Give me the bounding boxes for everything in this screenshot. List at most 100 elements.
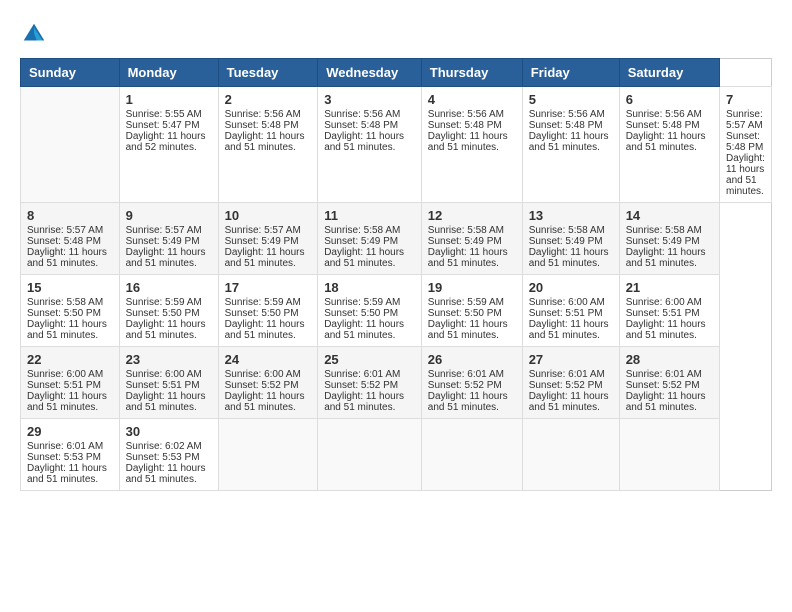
calendar-cell: 23 Sunrise: 6:00 AMSunset: 5:51 PMDayligh… (119, 347, 218, 419)
week-row-3: 15Sunrise: 5:58 AMSunset: 5:50 PMDayligh… (21, 275, 772, 347)
cell-info: Sunrise: 6:00 AMSunset: 5:52 PMDaylight:… (225, 369, 305, 413)
cell-info: Sunrise: 5:56 AMSunset: 5:48 PMDaylight:… (626, 109, 706, 153)
cell-info: Sunrise: 5:56 AMSunset: 5:48 PMDaylight:… (225, 109, 305, 153)
calendar-cell: 16Sunrise: 5:59 AMSunset: 5:50 PMDayligh… (119, 275, 218, 347)
calendar-cell: 2Sunrise: 5:56 AMSunset: 5:48 PMDaylight… (218, 87, 318, 203)
day-number: 10 (225, 208, 312, 223)
calendar-cell: 10 Sunrise: 5:57 AMSunset: 5:49 PMDayligh… (218, 203, 318, 275)
calendar-cell (522, 419, 619, 491)
day-number: 4 (428, 92, 516, 107)
day-number: 1 (126, 92, 212, 107)
calendar-cell (21, 87, 120, 203)
header-day-friday: Friday (522, 59, 619, 87)
calendar-cell (421, 419, 522, 491)
cell-info: Sunrise: 5:58 AMSunset: 5:49 PMDaylight:… (324, 225, 404, 269)
calendar-cell: 17Sunrise: 5:59 AMSunset: 5:50 PMDayligh… (218, 275, 318, 347)
cell-info: Sunrise: 5:56 AMSunset: 5:48 PMDaylight:… (428, 109, 508, 153)
cell-info: Sunrise: 6:00 AMSunset: 5:51 PMDaylight:… (126, 369, 206, 413)
day-number: 26 (428, 352, 516, 367)
day-number: 14 (626, 208, 713, 223)
day-number: 19 (428, 280, 516, 295)
day-number: 21 (626, 280, 713, 295)
cell-info: Sunrise: 5:58 AMSunset: 5:49 PMDaylight:… (529, 225, 609, 269)
calendar-cell: 14 Sunrise: 5:58 AMSunset: 5:49 PMDayligh… (619, 203, 719, 275)
cell-info: Sunrise: 6:01 AMSunset: 5:52 PMDaylight:… (428, 369, 508, 413)
logo (20, 20, 52, 48)
calendar-cell: 18 Sunrise: 5:59 AMSunset: 5:50 PMDayligh… (318, 275, 422, 347)
calendar-cell: 3 Sunrise: 5:56 AMSunset: 5:48 PMDaylight… (318, 87, 422, 203)
day-number: 28 (626, 352, 713, 367)
cell-info: Sunrise: 5:59 AMSunset: 5:50 PMDaylight:… (324, 297, 404, 341)
header-day-wednesday: Wednesday (318, 59, 422, 87)
cell-info: Sunrise: 6:00 AMSunset: 5:51 PMDaylight:… (27, 369, 107, 413)
cell-info: Sunrise: 5:59 AMSunset: 5:50 PMDaylight:… (428, 297, 508, 341)
calendar-cell: 7 Sunrise: 5:57 AMSunset: 5:48 PMDaylight… (720, 87, 772, 203)
calendar-cell: 30 Sunrise: 6:02 AMSunset: 5:53 PMDayligh… (119, 419, 218, 491)
day-number: 15 (27, 280, 113, 295)
calendar-cell: 22 Sunrise: 6:00 AMSunset: 5:51 PMDayligh… (21, 347, 120, 419)
cell-info: Sunrise: 5:57 AMSunset: 5:48 PMDaylight:… (27, 225, 107, 269)
calendar-cell: 9Sunrise: 5:57 AMSunset: 5:49 PMDaylight… (119, 203, 218, 275)
calendar-cell: 19 Sunrise: 5:59 AMSunset: 5:50 PMDayligh… (421, 275, 522, 347)
day-number: 3 (324, 92, 415, 107)
cell-info: Sunrise: 5:57 AMSunset: 5:49 PMDaylight:… (225, 225, 305, 269)
week-row-2: 8 Sunrise: 5:57 AMSunset: 5:48 PMDaylight… (21, 203, 772, 275)
logo-icon (20, 20, 48, 48)
cell-info: Sunrise: 6:02 AMSunset: 5:53 PMDaylight:… (126, 441, 206, 485)
header-day-saturday: Saturday (619, 59, 719, 87)
calendar-cell: 13 Sunrise: 5:58 AMSunset: 5:49 PMDayligh… (522, 203, 619, 275)
cell-info: Sunrise: 5:57 AMSunset: 5:48 PMDaylight:… (726, 109, 765, 197)
page-header (20, 20, 772, 48)
day-number: 22 (27, 352, 113, 367)
day-number: 29 (27, 424, 113, 439)
cell-info: Sunrise: 6:01 AMSunset: 5:52 PMDaylight:… (626, 369, 706, 413)
day-number: 27 (529, 352, 613, 367)
calendar-cell: 20 Sunrise: 6:00 AMSunset: 5:51 PMDayligh… (522, 275, 619, 347)
calendar-table: SundayMondayTuesdayWednesdayThursdayFrid… (20, 58, 772, 491)
cell-info: Sunrise: 6:00 AMSunset: 5:51 PMDaylight:… (529, 297, 609, 341)
calendar-cell: 25Sunrise: 6:01 AMSunset: 5:52 PMDayligh… (318, 347, 422, 419)
header-day-tuesday: Tuesday (218, 59, 318, 87)
day-number: 23 (126, 352, 212, 367)
calendar-cell: 6 Sunrise: 5:56 AMSunset: 5:48 PMDaylight… (619, 87, 719, 203)
cell-info: Sunrise: 5:55 AMSunset: 5:47 PMDaylight:… (126, 109, 206, 153)
day-number: 24 (225, 352, 312, 367)
day-number: 12 (428, 208, 516, 223)
calendar-body: 1 Sunrise: 5:55 AMSunset: 5:47 PMDaylight… (21, 87, 772, 491)
week-row-5: 29Sunrise: 6:01 AMSunset: 5:53 PMDayligh… (21, 419, 772, 491)
day-number: 6 (626, 92, 713, 107)
cell-info: Sunrise: 6:01 AMSunset: 5:52 PMDaylight:… (324, 369, 404, 413)
calendar-cell: 5 Sunrise: 5:56 AMSunset: 5:48 PMDaylight… (522, 87, 619, 203)
cell-info: Sunrise: 5:59 AMSunset: 5:50 PMDaylight:… (126, 297, 206, 341)
cell-info: Sunrise: 6:01 AMSunset: 5:52 PMDaylight:… (529, 369, 609, 413)
calendar-cell: 28 Sunrise: 6:01 AMSunset: 5:52 PMDayligh… (619, 347, 719, 419)
day-number: 11 (324, 208, 415, 223)
day-number: 20 (529, 280, 613, 295)
calendar-cell: 26 Sunrise: 6:01 AMSunset: 5:52 PMDayligh… (421, 347, 522, 419)
calendar-cell (318, 419, 422, 491)
calendar-cell: 15Sunrise: 5:58 AMSunset: 5:50 PMDayligh… (21, 275, 120, 347)
header-day-thursday: Thursday (421, 59, 522, 87)
day-number: 13 (529, 208, 613, 223)
calendar-cell (619, 419, 719, 491)
day-number: 7 (726, 92, 765, 107)
calendar-cell: 29Sunrise: 6:01 AMSunset: 5:53 PMDayligh… (21, 419, 120, 491)
header-day-sunday: Sunday (21, 59, 120, 87)
header-day-monday: Monday (119, 59, 218, 87)
cell-info: Sunrise: 5:56 AMSunset: 5:48 PMDaylight:… (529, 109, 609, 153)
day-number: 30 (126, 424, 212, 439)
calendar-cell: 12Sunrise: 5:58 AMSunset: 5:49 PMDayligh… (421, 203, 522, 275)
cell-info: Sunrise: 5:56 AMSunset: 5:48 PMDaylight:… (324, 109, 404, 153)
week-row-1: 1 Sunrise: 5:55 AMSunset: 5:47 PMDaylight… (21, 87, 772, 203)
calendar-cell: 8 Sunrise: 5:57 AMSunset: 5:48 PMDaylight… (21, 203, 120, 275)
calendar-header: SundayMondayTuesdayWednesdayThursdayFrid… (21, 59, 772, 87)
calendar-cell: 1 Sunrise: 5:55 AMSunset: 5:47 PMDaylight… (119, 87, 218, 203)
calendar-cell: 24 Sunrise: 6:00 AMSunset: 5:52 PMDayligh… (218, 347, 318, 419)
day-number: 5 (529, 92, 613, 107)
calendar-cell: 4 Sunrise: 5:56 AMSunset: 5:48 PMDaylight… (421, 87, 522, 203)
day-number: 18 (324, 280, 415, 295)
cell-info: Sunrise: 5:59 AMSunset: 5:50 PMDaylight:… (225, 297, 305, 341)
calendar-cell (218, 419, 318, 491)
day-number: 8 (27, 208, 113, 223)
cell-info: Sunrise: 5:58 AMSunset: 5:49 PMDaylight:… (626, 225, 706, 269)
